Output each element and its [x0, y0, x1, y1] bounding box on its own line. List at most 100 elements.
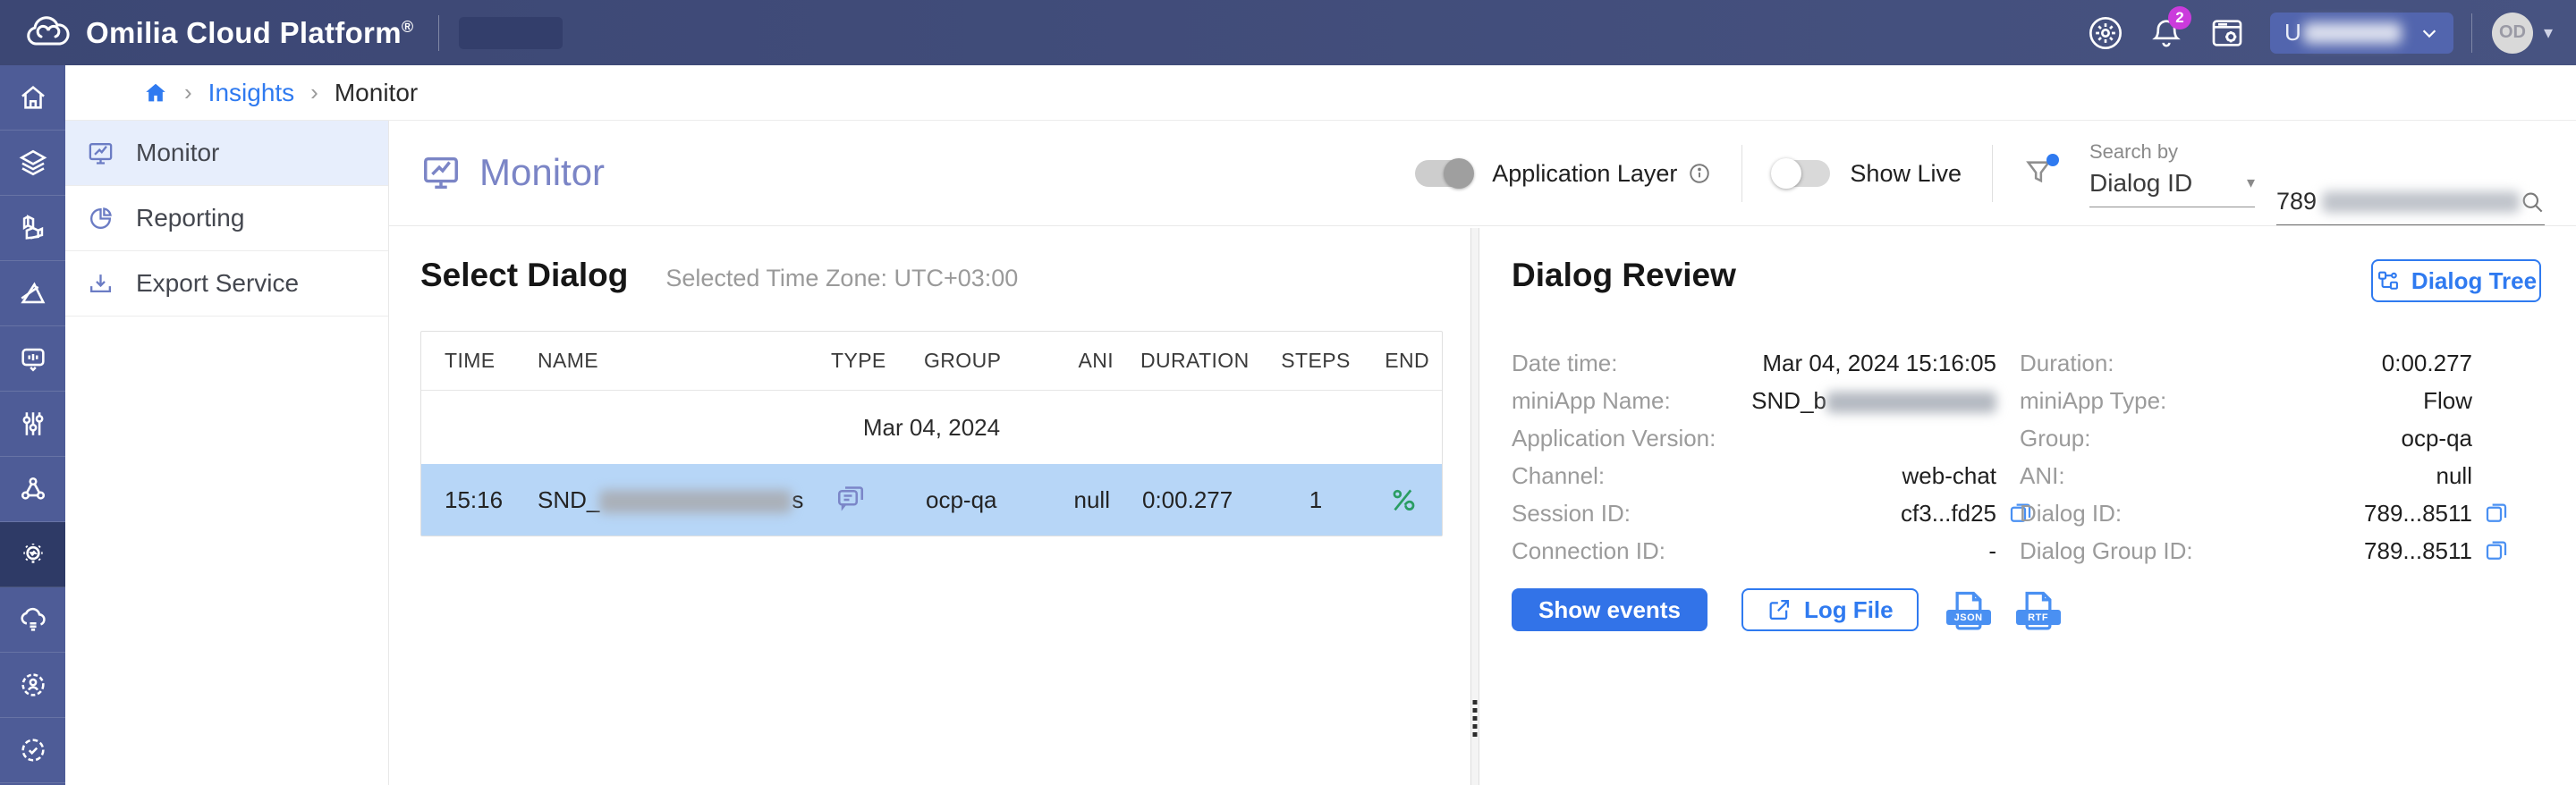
- field-row: Application Version: Group: ocp-qa: [1512, 419, 2545, 457]
- dialog-review-title: Dialog Review: [1512, 257, 1736, 294]
- header-controls: Application Layer Show Live Search by: [1415, 121, 2545, 226]
- dialog-tree-button[interactable]: Dialog Tree: [2371, 259, 2541, 302]
- notification-badge: 2: [2168, 6, 2191, 30]
- application-layer-label: Application Layer: [1492, 160, 1677, 188]
- subnav-item-export-service[interactable]: Export Service: [65, 251, 388, 317]
- search-value-redacted: [2322, 191, 2520, 213]
- caret-down-icon[interactable]: ▾: [2544, 21, 2553, 44]
- rail-item-designer[interactable]: [0, 261, 65, 326]
- panel-splitter[interactable]: [1470, 228, 1479, 785]
- brand-title: Omilia Cloud Platform®: [86, 16, 413, 50]
- quality-badge-icon: [18, 735, 48, 765]
- splitter-handle[interactable]: [1473, 700, 1478, 737]
- rail-item-cloud-services[interactable]: [0, 587, 65, 653]
- rail-item-insights[interactable]: [0, 522, 65, 587]
- field-label: Session ID:: [1512, 500, 1631, 528]
- design-ruler-icon: [18, 278, 48, 308]
- rail-item-home[interactable]: [0, 65, 65, 131]
- tree-icon: [2376, 268, 2401, 293]
- subnav-item-reporting[interactable]: Reporting: [65, 186, 388, 251]
- insights-bulb-icon: [18, 539, 48, 570]
- copy-icon[interactable]: [2483, 537, 2510, 564]
- topbar-divider: [438, 15, 439, 51]
- field-label: Connection ID:: [1512, 537, 1665, 565]
- avatar[interactable]: OD: [2492, 13, 2533, 54]
- field-value: ocp-qa: [2402, 425, 2473, 452]
- col-end: END: [1360, 349, 1444, 373]
- breadcrumb-monitor: Monitor: [335, 79, 418, 107]
- download-icon: [87, 270, 114, 298]
- filter-funnel-icon[interactable]: [2023, 157, 2054, 190]
- sliders-icon: [18, 409, 48, 439]
- col-ani: ANI: [1038, 349, 1137, 373]
- app-window-gear-icon[interactable]: [2209, 15, 2245, 51]
- page-title-text: Monitor: [479, 151, 605, 194]
- external-link-icon: [1767, 597, 1792, 622]
- subnav-item-monitor[interactable]: Monitor: [65, 121, 388, 186]
- cloud-service-icon: [18, 604, 48, 635]
- rail-item-admin[interactable]: [0, 653, 65, 718]
- date-group-row: Mar 04, 2024: [421, 391, 1442, 464]
- copy-icon[interactable]: [2483, 500, 2510, 527]
- field-label: Duration:: [2020, 350, 2114, 377]
- field-value: 789...8511: [2364, 500, 2472, 528]
- download-json-button[interactable]: JSON: [1949, 588, 1988, 631]
- breadcrumb-separator: ›: [184, 79, 192, 106]
- settings-sun-icon[interactable]: [2088, 15, 2123, 51]
- show-live-toggle[interactable]: [1773, 160, 1830, 187]
- monitor-chart-icon: [87, 139, 114, 167]
- cell-duration: 0:00.277: [1137, 486, 1271, 514]
- download-rtf-button[interactable]: RTF: [2019, 588, 2058, 631]
- field-label: Dialog Group ID:: [2020, 537, 2193, 565]
- rail-item-orchestrator[interactable]: [0, 457, 65, 522]
- topbar-right: 2 U OD ▾: [2088, 0, 2576, 65]
- rtf-label: RTF: [2016, 610, 2061, 625]
- topbar: Omilia Cloud Platform® 2: [0, 0, 2576, 65]
- field-value: SND_b: [1751, 387, 1996, 415]
- field-value: 0:00.277: [2382, 350, 2472, 377]
- rail-item-miniapps[interactable]: [0, 196, 65, 261]
- field-label: ANI:: [2020, 462, 2065, 490]
- tenant-selector[interactable]: U: [2270, 13, 2453, 54]
- chat-dialog-icon: [835, 481, 867, 513]
- table-row[interactable]: 15:16 SND_s ocp-qa null 0:00.277 1: [421, 464, 1442, 536]
- rail-item-quality[interactable]: [0, 718, 65, 783]
- tenant-name-redacted: [2303, 22, 2402, 44]
- dialog-tree-label: Dialog Tree: [2411, 267, 2537, 295]
- field-value: null: [2436, 462, 2472, 490]
- dialog-table: TIME NAME TYPE GROUP ANI DURATION STEPS …: [420, 331, 1443, 536]
- subnav-label: Monitor: [136, 139, 219, 167]
- cell-group: ocp-qa: [904, 486, 1038, 514]
- field-value: 789...8511: [2364, 537, 2472, 565]
- field-row: Session ID: cf3...fd25 Dialog ID: 789...…: [1512, 494, 2545, 532]
- select-dialog-header: Select Dialog Selected Time Zone: UTC+03…: [420, 257, 1018, 294]
- name-suffix: s: [792, 486, 803, 513]
- log-file-button[interactable]: Log File: [1741, 588, 1919, 631]
- field-label: Date time:: [1512, 350, 1618, 377]
- chevron-down-icon: [2419, 23, 2439, 43]
- subnav-label: Export Service: [136, 269, 299, 298]
- field-value: web-chat: [1902, 462, 1997, 490]
- omilia-cloud-platform-app: Omilia Cloud Platform® 2: [0, 0, 2576, 785]
- application-layer-toggle[interactable]: [1415, 160, 1472, 187]
- monitor-chart-icon: [420, 152, 462, 193]
- search-input[interactable]: 789: [2276, 188, 2545, 225]
- breadcrumb-insights[interactable]: Insights: [208, 79, 295, 107]
- brand[interactable]: Omilia Cloud Platform®: [25, 15, 413, 51]
- omilia-cloud-logo-icon: [25, 15, 72, 51]
- user-settings-icon: [18, 670, 48, 700]
- timezone-note: Selected Time Zone: UTC+03:00: [665, 265, 1018, 292]
- dialog-review-fields: Date time: Mar 04, 2024 15:16:05 Duratio…: [1512, 344, 2545, 570]
- rail-item-voice[interactable]: [0, 326, 65, 392]
- field-row: Connection ID: - Dialog Group ID: 789...…: [1512, 532, 2545, 570]
- home-icon[interactable]: [143, 80, 168, 106]
- search-field-select[interactable]: Dialog ID ▾: [2089, 169, 2255, 207]
- show-events-button[interactable]: Show events: [1512, 588, 1707, 631]
- bell-icon[interactable]: 2: [2148, 15, 2184, 51]
- rail-item-layers[interactable]: [0, 131, 65, 196]
- filter-active-dot: [2046, 154, 2059, 166]
- rail-item-tuning[interactable]: [0, 392, 65, 457]
- info-icon[interactable]: [1688, 162, 1711, 185]
- field-label: Channel:: [1512, 462, 1605, 490]
- search-icon[interactable]: [2520, 189, 2545, 215]
